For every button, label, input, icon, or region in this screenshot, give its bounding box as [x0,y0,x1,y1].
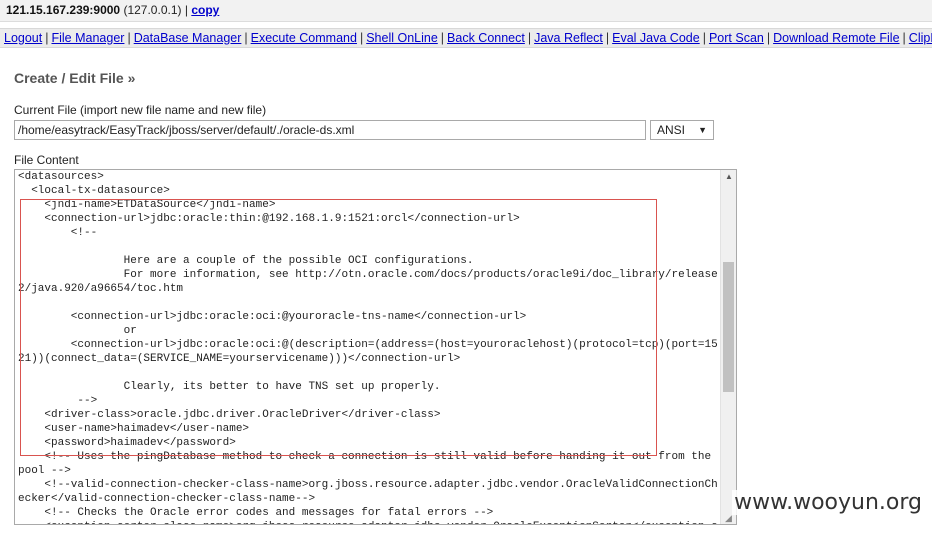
code-line: Here are a couple of the possible OCI co… [18,255,474,267]
code-line: 21))(connect_data=(SERVICE_NAME=yourserv… [18,353,461,365]
nav-clipboard[interactable]: ClipBoard [909,31,932,45]
nav-eval-java-code[interactable]: Eval Java Code [612,31,700,45]
nav-port-scan[interactable]: Port Scan [709,31,764,45]
code-text: <datasources> <local-tx-datasource> <jnd… [18,170,718,524]
code-line: <!-- [18,227,98,239]
code-line: <driver-class>oracle.jdbc.driver.OracleD… [18,409,441,421]
code-line: --> [18,395,98,407]
current-file-label: Current File (import new file name and n… [14,103,267,117]
nav-execute-command[interactable]: Execute Command [251,31,357,45]
code-line: <connection-url>jdbc:oracle:thin:@192.16… [18,213,520,225]
code-line: <local-tx-datasource> [18,185,170,197]
scroll-up-icon[interactable]: ▲ [725,172,733,181]
host-address: 121.15.167.239:9000 [6,3,121,17]
code-line: <!-- Checks the Oracle error codes and m… [18,507,494,519]
current-file-input[interactable] [14,120,646,140]
file-content-textarea[interactable]: <datasources> <local-tx-datasource> <jnd… [14,169,737,525]
main-nav: Logout | File Manager | DataBase Manager | Exe… [0,28,932,48]
code-line: ecker</valid-connection-checker-class-na… [18,493,316,505]
encoding-select[interactable]: ANSI ▼ [650,120,714,140]
code-line: pool --> [18,465,71,477]
nav-java-reflect[interactable]: Java Reflect [534,31,603,45]
local-ip: (127.0.0.1) [123,3,182,17]
page-title: Create / Edit File » [14,70,136,86]
code-line: or [18,325,137,337]
nav-shell-online[interactable]: Shell OnLine [366,31,438,45]
encoding-value: ANSI [657,123,686,137]
code-line: <!--valid-connection-checker-class-name>… [18,479,718,491]
chevron-down-icon: ▼ [698,125,707,135]
watermark: www.wooyun.org [732,490,924,515]
code-line: <connection-url>jdbc:oracle:oci:@yourora… [18,311,527,323]
nav-back-connect[interactable]: Back Connect [447,31,525,45]
code-line: For more information, see http://otn.ora… [18,269,718,281]
editor-scrollbar[interactable]: ▲ [720,170,736,524]
code-line: <exception-sorter-class-name>org.jboss.r… [18,520,718,524]
code-line: <jndi-name>ETDataSource</jndi-name> [18,199,276,211]
top-bar: 121.15.167.239:9000 (127.0.0.1) | copy [0,0,932,22]
scrollbar-thumb[interactable] [723,262,734,392]
nav-database-manager[interactable]: DataBase Manager [134,31,242,45]
code-line: Clearly, its better to have TNS set up p… [18,381,441,393]
code-line: <connection-url>jdbc:oracle:oci:@(descri… [18,339,718,351]
code-line: <datasources> [18,171,104,183]
file-content-label: File Content [14,153,79,167]
code-line: <password>haimadev</password> [18,437,236,449]
topbar-separator: | [184,3,188,17]
nav-download-remote-file[interactable]: Download Remote File [773,31,899,45]
copy-link[interactable]: copy [191,3,219,17]
code-line: 2/java.920/a96654/toc.htm [18,283,184,295]
code-line: <user-name>haimadev</user-name> [18,423,250,435]
nav-logout[interactable]: Logout [4,31,42,45]
code-line: <!-- Uses the pingDatabase method to che… [18,451,712,463]
nav-file-manager[interactable]: File Manager [51,31,124,45]
